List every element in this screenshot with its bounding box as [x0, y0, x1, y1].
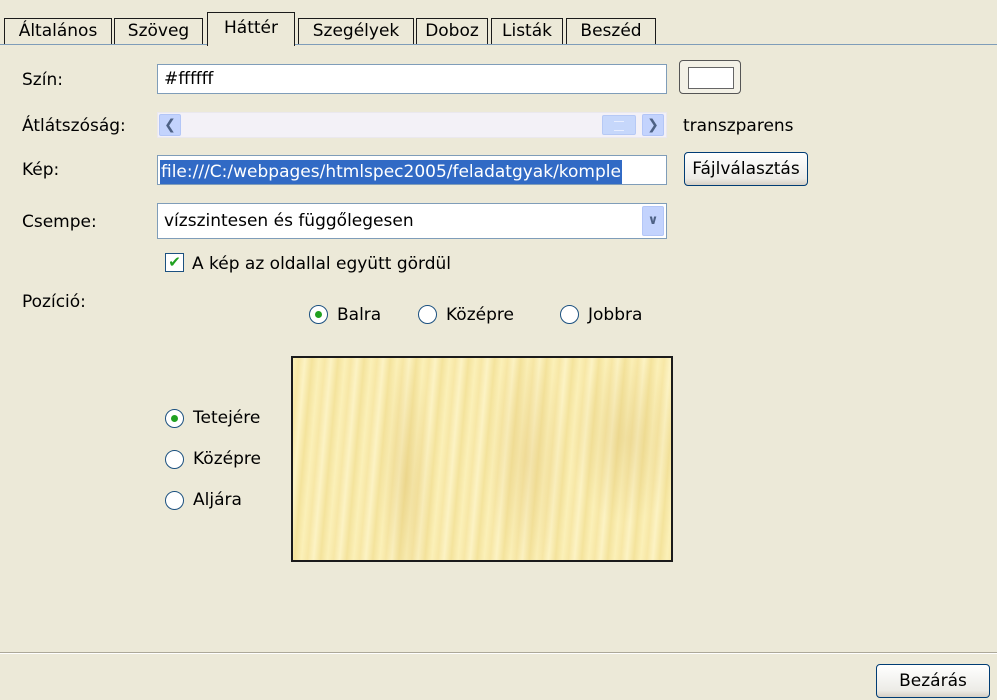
radio-left[interactable] [309, 305, 328, 324]
footer-divider-highlight [0, 653, 997, 654]
radio-center-vertical[interactable] [165, 450, 184, 469]
slider-right-arrow-icon[interactable]: ❯ [642, 114, 664, 136]
transparency-slider[interactable]: ❮ ❯ [157, 112, 667, 138]
tab-lists[interactable]: Listák [491, 18, 563, 44]
close-button[interactable]: Bezárás [876, 664, 990, 698]
image-path-selection: file:///C:/webpages/htmlspec2005/feladat… [160, 160, 622, 184]
transparency-label: Átlátszóság: [22, 116, 126, 136]
transparency-value: transzparens [683, 116, 794, 136]
slider-left-arrow-icon[interactable]: ❮ [159, 114, 181, 136]
tab-text[interactable]: Szöveg [114, 18, 203, 44]
tile-label: Csempe: [22, 212, 97, 232]
slider-thumb[interactable] [602, 115, 636, 135]
radio-center-horizontal-label[interactable]: Középre [446, 304, 514, 326]
radio-center-horizontal[interactable] [418, 305, 437, 324]
color-swatch [688, 67, 734, 89]
browse-file-button[interactable]: Fájlválasztás [684, 152, 808, 186]
radio-right-label[interactable]: Jobbra [588, 304, 642, 326]
radio-right[interactable] [560, 305, 579, 324]
radio-bottom-label[interactable]: Aljára [193, 489, 242, 511]
radio-center-vertical-label[interactable]: Középre [193, 448, 261, 470]
chevron-down-icon[interactable]: ∨ [642, 206, 664, 236]
position-label: Pozíció: [22, 292, 86, 312]
radio-left-label[interactable]: Balra [337, 304, 381, 326]
tab-divider [0, 44, 997, 45]
color-input[interactable]: #ffffff [157, 64, 667, 94]
scroll-with-page-checkbox[interactable]: ✔ [165, 253, 184, 272]
radio-top[interactable] [165, 409, 184, 428]
tab-general[interactable]: Általános [4, 18, 112, 44]
radio-top-label[interactable]: Tetejére [193, 407, 260, 429]
color-label: Szín: [22, 70, 63, 90]
radio-bottom[interactable] [165, 491, 184, 510]
tile-select[interactable]: vízszintesen és függőlegesen ∨ [157, 203, 667, 239]
image-path-input[interactable]: file:///C:/webpages/htmlspec2005/feladat… [157, 155, 667, 185]
tile-selected-value: vízszintesen és függőlegesen [164, 211, 414, 231]
tab-background[interactable]: Háttér [207, 12, 295, 46]
tab-box[interactable]: Doboz [416, 18, 488, 44]
tab-borders[interactable]: Szegélyek [298, 18, 414, 44]
scroll-with-page-label[interactable]: A kép az oldallal együtt gördül [192, 253, 451, 275]
color-picker-button[interactable] [679, 60, 741, 94]
tab-bar: Általános Szöveg Háttér Szegélyek Doboz … [0, 0, 997, 46]
tab-speech[interactable]: Beszéd [566, 18, 656, 44]
background-image-preview [291, 356, 673, 562]
image-label: Kép: [22, 160, 60, 180]
